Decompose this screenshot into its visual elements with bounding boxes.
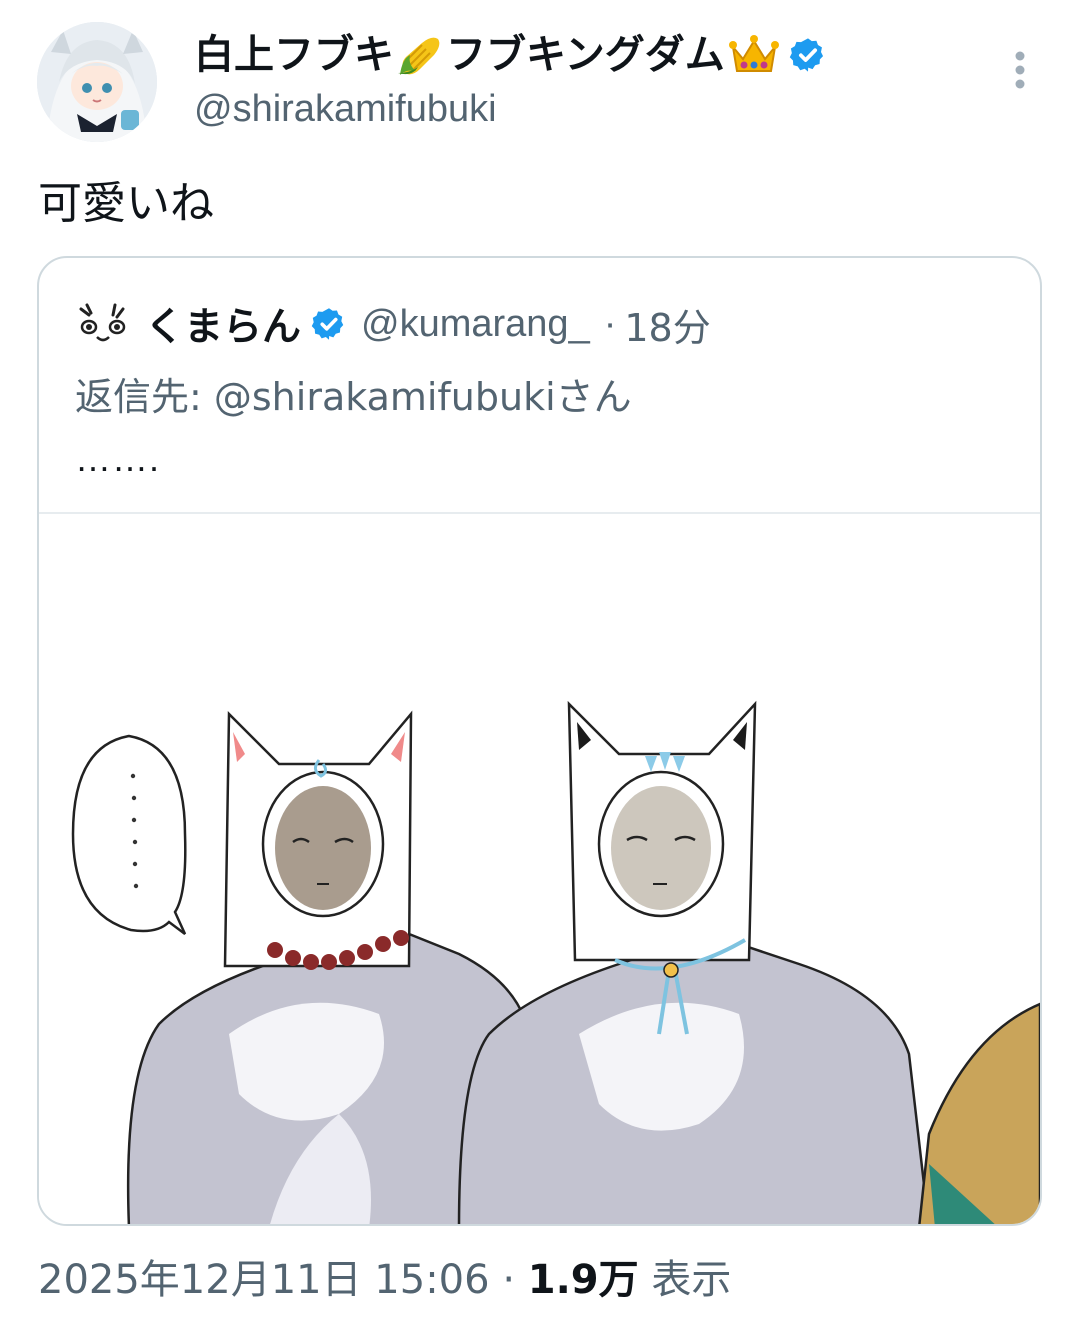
tweet-meta: 2025年12月11日 15:06 · 1.9万 表示 (38, 1252, 731, 1308)
tweet-text: 可愛いね (38, 178, 214, 229)
display-name-part2: フブキングダム (446, 33, 725, 77)
quoted-tweet-card[interactable]: くまらん @kumarang_ · 18分 返信先: @shirakamifub… (37, 256, 1042, 1226)
corn-emoji-icon (396, 33, 444, 77)
more-options-icon[interactable] (1005, 48, 1035, 94)
quoted-author-handle[interactable]: @kumarang_ (361, 303, 590, 346)
author-handle[interactable]: @shirakamifubuki (194, 86, 497, 132)
quoted-author-name[interactable]: くまらん (145, 296, 301, 352)
views-label: 表示 (651, 1257, 732, 1303)
quoted-tweet-text: ……. (75, 438, 161, 479)
quoted-separator: · (603, 302, 617, 345)
tweet-timestamp[interactable]: 2025年12月11日 15:06 (38, 1257, 490, 1303)
display-name-part1: 白上フブキ (194, 33, 394, 77)
author-avatar[interactable] (37, 22, 157, 142)
tail-illustration (918, 1002, 1040, 1224)
meta-separator: · (502, 1257, 516, 1303)
right-figure-illustration (457, 700, 930, 1224)
crown-emoji-icon (728, 33, 779, 77)
author-display-name[interactable]: 白上フブキ フブキングダム (194, 30, 827, 80)
views-count: 1.9万 (527, 1257, 639, 1303)
quoted-tweet-image[interactable] (39, 512, 1040, 1224)
verified-badge-icon (789, 36, 827, 74)
quoted-author-avatar-icon[interactable] (75, 301, 133, 347)
quoted-reply-to: 返信先: @shirakamifubukiさん (75, 375, 632, 419)
quoted-timestamp[interactable]: 18分 (624, 297, 710, 352)
quoted-tweet-header: くまらん @kumarang_ · 18分 (75, 296, 711, 352)
quoted-verified-badge-icon (311, 306, 347, 342)
speech-bubble-illustration (71, 734, 187, 935)
